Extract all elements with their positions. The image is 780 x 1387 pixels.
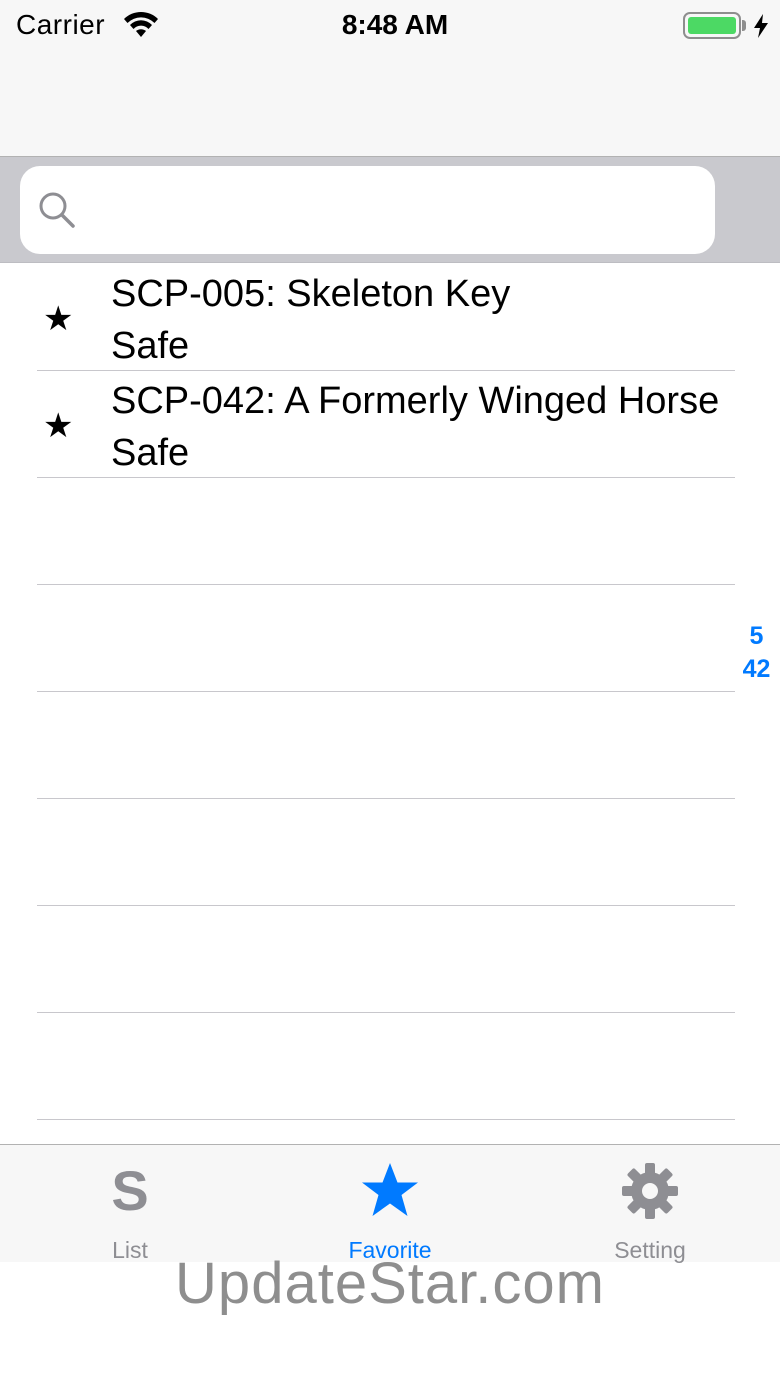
tab-setting[interactable]: Setting bbox=[520, 1145, 780, 1263]
watermark: UpdateStar.com bbox=[175, 1251, 605, 1316]
empty-row bbox=[0, 692, 780, 799]
battery-level-fill bbox=[688, 17, 736, 34]
empty-row bbox=[0, 585, 780, 692]
s-letter-icon: S bbox=[111, 1159, 149, 1222]
charging-bolt-icon bbox=[754, 14, 768, 38]
battery-cap bbox=[742, 20, 746, 31]
search-icon bbox=[39, 192, 75, 228]
search-bar bbox=[0, 157, 780, 263]
app-screen: Carrier 8:48 AM ★ SCP-005: Skeleton Key … bbox=[0, 0, 780, 1387]
empty-row bbox=[0, 799, 780, 906]
tab-list[interactable]: S List bbox=[0, 1145, 260, 1264]
status-time: 8:48 AM bbox=[341, 9, 449, 40]
item-class: Safe bbox=[111, 325, 190, 367]
gear-icon bbox=[622, 1163, 678, 1219]
battery-icon bbox=[683, 12, 741, 39]
list-item[interactable]: ★ SCP-005: Skeleton Key Safe bbox=[0, 264, 780, 371]
star-icon bbox=[362, 1163, 418, 1216]
row-divider bbox=[37, 1119, 735, 1120]
favorite-star-icon: ★ bbox=[43, 300, 74, 338]
search-input[interactable] bbox=[20, 166, 715, 254]
navigation-bar bbox=[0, 50, 780, 157]
list-item[interactable]: ★ SCP-042: A Formerly Winged Horse Safe bbox=[0, 371, 780, 478]
favorites-list: ★ SCP-005: Skeleton Key Safe ★ SCP-042: … bbox=[0, 264, 780, 1120]
tab-favorite[interactable]: Favorite bbox=[260, 1145, 520, 1263]
section-index[interactable]: 5 42 bbox=[733, 620, 780, 686]
empty-row bbox=[0, 478, 780, 585]
empty-row bbox=[0, 906, 780, 1013]
empty-row bbox=[0, 1013, 780, 1120]
item-title: SCP-005: Skeleton Key bbox=[111, 273, 511, 315]
item-class: Safe bbox=[111, 432, 190, 474]
section-index-entry[interactable]: 5 bbox=[733, 620, 780, 653]
status-bar: Carrier 8:48 AM bbox=[0, 0, 780, 50]
favorite-star-icon: ★ bbox=[43, 407, 74, 445]
tab-bar: S List Favorite Setting bbox=[0, 1144, 780, 1264]
item-title: SCP-042: A Formerly Winged Horse bbox=[111, 380, 720, 422]
section-index-entry[interactable]: 42 bbox=[733, 653, 780, 686]
